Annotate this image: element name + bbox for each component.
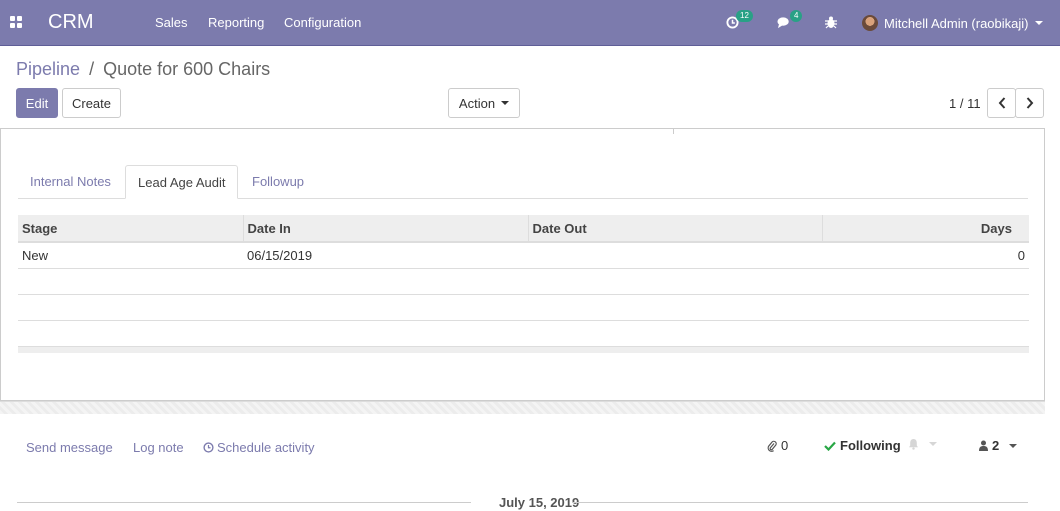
send-message-button[interactable]: Send message: [26, 440, 113, 455]
lead-age-table: Stage Date In Date Out Days New 06/15/20…: [18, 215, 1029, 353]
pager-previous-button[interactable]: [987, 88, 1016, 118]
pager-next-button[interactable]: [1015, 88, 1044, 118]
schedule-activity-button[interactable]: Schedule activity: [203, 440, 315, 455]
messages-button[interactable]: 4: [777, 10, 805, 33]
tab-internal-notes[interactable]: Internal Notes: [18, 165, 123, 199]
app-brand[interactable]: CRM: [48, 11, 94, 34]
field-divider: [673, 129, 674, 134]
column-header-stage[interactable]: Stage: [18, 215, 244, 243]
chevron-down-icon: [1009, 443, 1018, 448]
table-row[interactable]: New 06/15/2019 0: [18, 242, 1029, 269]
date-separator-label: July 15, 2019: [499, 495, 580, 510]
column-header-date-out[interactable]: Date Out: [528, 215, 823, 243]
chevron-right-icon: [1026, 97, 1033, 109]
chevron-left-icon: [998, 97, 1005, 109]
activities-badge: 12: [736, 10, 753, 22]
empty-row: [18, 268, 1029, 295]
notebook-tabs: Internal Notes Lead Age Audit Followup: [18, 165, 1028, 199]
chevron-down-icon: [1034, 21, 1043, 25]
following-button[interactable]: Following: [824, 438, 901, 453]
notification-settings-button[interactable]: [908, 438, 937, 450]
cell-days: 0: [822, 242, 1029, 269]
menu-sales[interactable]: Sales: [155, 15, 188, 30]
user-name: Mitchell Admin (raobikaji): [884, 15, 1029, 31]
create-button[interactable]: Create: [62, 88, 121, 118]
user-menu[interactable]: Mitchell Admin (raobikaji): [862, 13, 1043, 33]
column-header-date-in[interactable]: Date In: [243, 215, 529, 243]
attachments-button[interactable]: 0: [767, 438, 788, 453]
cell-stage: New: [18, 242, 243, 269]
action-dropdown[interactable]: Action: [448, 88, 520, 118]
tab-lead-age-audit[interactable]: Lead Age Audit: [125, 165, 239, 199]
cell-date-out: [528, 242, 822, 269]
chevron-down-icon: [501, 101, 510, 105]
top-navbar: CRM Sales Reporting Configuration 12 4 M…: [0, 0, 1060, 46]
bug-icon: [825, 16, 837, 29]
clock-icon: [203, 442, 214, 453]
separator-line: [17, 502, 471, 503]
following-label: Following: [840, 438, 901, 453]
followers-count: 2: [992, 438, 1000, 453]
paperclip-icon: [767, 440, 777, 452]
breadcrumb-separator: /: [89, 59, 95, 79]
bell-icon: [909, 439, 918, 450]
form-sheet: Internal Notes Lead Age Audit Followup S…: [0, 128, 1045, 401]
attachments-count: 0: [781, 438, 789, 453]
empty-row: [18, 320, 1029, 347]
apps-menu-icon[interactable]: [10, 16, 23, 29]
cell-date-in: 06/15/2019: [243, 242, 528, 269]
separator-line: [572, 502, 1028, 503]
debug-button[interactable]: [825, 13, 839, 33]
menu-reporting[interactable]: Reporting: [208, 15, 264, 30]
chatter-divider: [0, 401, 1045, 414]
avatar: [862, 15, 878, 31]
schedule-activity-label: Schedule activity: [217, 440, 315, 455]
messages-badge: 4: [790, 10, 803, 22]
pager-value[interactable]: 1 / 11: [949, 96, 981, 111]
chevron-down-icon: [929, 442, 937, 446]
breadcrumb-current: Quote for 600 Chairs: [103, 59, 271, 79]
edit-button[interactable]: Edit: [16, 88, 58, 118]
breadcrumb-pipeline[interactable]: Pipeline: [16, 59, 80, 79]
activities-button[interactable]: 12: [726, 10, 754, 33]
user-icon: [979, 440, 988, 451]
empty-row: [18, 294, 1029, 321]
menu-configuration[interactable]: Configuration: [284, 15, 361, 30]
column-header-days[interactable]: Days: [822, 215, 1029, 243]
tab-followup[interactable]: Followup: [240, 165, 316, 199]
check-icon: [824, 441, 836, 451]
action-label: Action: [458, 95, 496, 111]
followers-button[interactable]: 2: [979, 438, 1018, 453]
table-footer: [18, 346, 1029, 353]
date-separator: July 15, 2019: [17, 494, 1028, 511]
breadcrumb: Pipeline / Quote for 600 Chairs: [16, 59, 270, 80]
log-note-button[interactable]: Log note: [133, 440, 184, 455]
